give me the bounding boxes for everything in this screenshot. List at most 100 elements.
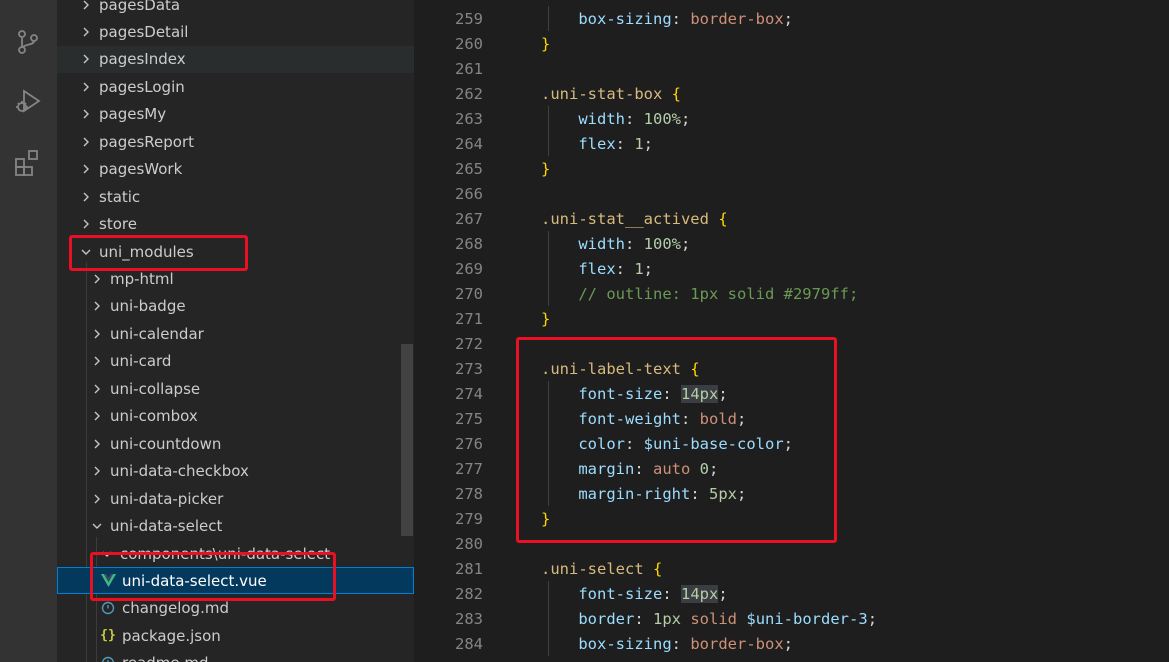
chevron-right-icon[interactable] — [79, 107, 93, 121]
chevron-right-icon[interactable] — [90, 409, 104, 423]
code-token: : — [625, 109, 644, 128]
code-line[interactable]: 270 // outline: 1px solid #2979ff; — [414, 281, 1169, 306]
tree-folder[interactable]: pagesData — [57, 0, 414, 18]
chevron-right-icon[interactable] — [79, 25, 93, 39]
code-line[interactable]: 272 — [414, 331, 1169, 356]
line-number: 263 — [455, 109, 483, 128]
chevron-right-icon[interactable] — [79, 52, 93, 66]
code-line[interactable]: 278 margin-right: 5px; — [414, 481, 1169, 506]
tree-folder[interactable]: pagesReport — [57, 128, 414, 155]
tree-folder[interactable]: pagesWork — [57, 156, 414, 183]
tree-folder[interactable]: components\uni-data-select — [57, 540, 414, 567]
line-number: 272 — [455, 334, 483, 353]
tree-folder[interactable]: uni-calendar — [57, 320, 414, 347]
tree-file[interactable]: changelog.md — [57, 595, 414, 622]
chevron-down-icon[interactable] — [90, 519, 104, 533]
code-line[interactable]: 269 flex: 1; — [414, 256, 1169, 281]
tree-folder[interactable]: pagesIndex — [57, 45, 414, 73]
tree-file[interactable]: {} package.json — [57, 622, 414, 649]
chevron-down-icon[interactable] — [100, 547, 114, 561]
tree-folder[interactable]: uni_modules — [57, 238, 414, 265]
tree-folder[interactable]: pagesLogin — [57, 73, 414, 100]
tree-file[interactable]: readme.md — [57, 650, 414, 662]
line-number: 275 — [455, 409, 483, 428]
code-line[interactable]: 262 .uni-stat-box { — [414, 81, 1169, 106]
tree-folder[interactable]: uni-data-checkbox — [57, 458, 414, 485]
code-line[interactable]: 277 margin: auto 0; — [414, 456, 1169, 481]
chevron-right-icon[interactable] — [79, 162, 93, 176]
tree-item-label: static — [99, 187, 141, 206]
code-line[interactable]: 266 — [414, 181, 1169, 206]
code-text: .uni-stat-box { — [541, 85, 681, 103]
tree-folder[interactable]: uni-badge — [57, 293, 414, 320]
code-line[interactable]: 259 box-sizing: border-box; — [414, 6, 1169, 31]
tree-folder[interactable]: uni-card — [57, 348, 414, 375]
code-line[interactable]: 282 font-size: 14px; — [414, 581, 1169, 606]
code-token: 100% — [643, 109, 681, 128]
chevron-right-icon[interactable] — [90, 327, 104, 341]
code-token: : — [615, 134, 635, 153]
chevron-down-icon[interactable] — [79, 245, 93, 259]
chevron-right-icon[interactable] — [79, 80, 93, 94]
tree-item-label: uni-data-select.vue — [122, 571, 267, 590]
code-line[interactable]: 268 width: 100%; — [414, 231, 1169, 256]
tree-folder[interactable]: uni-data-picker — [57, 485, 414, 512]
code-token: ; — [718, 384, 728, 403]
code-line[interactable]: 263 width: 100%; — [414, 106, 1169, 131]
code-line[interactable]: 260} — [414, 31, 1169, 56]
code-line[interactable]: 275 font-weight: bold; — [414, 406, 1169, 431]
code-line[interactable]: 267 .uni-stat__actived { — [414, 206, 1169, 231]
chevron-right-icon[interactable] — [79, 217, 93, 231]
code-text: } — [541, 310, 550, 328]
code-line[interactable]: 271} — [414, 306, 1169, 331]
code-line[interactable]: 273 .uni-label-text { — [414, 356, 1169, 381]
tree-folder[interactable]: uni-data-select — [57, 513, 414, 540]
chevron-right-icon[interactable] — [90, 272, 104, 286]
chevron-right-icon[interactable] — [90, 437, 104, 451]
extensions-icon[interactable] — [10, 145, 46, 181]
chevron-right-icon[interactable] — [90, 464, 104, 478]
code-line[interactable]: 261 — [414, 56, 1169, 81]
code-text: .uni-stat__actived { — [541, 210, 728, 228]
explorer-scrollbar[interactable] — [401, 344, 413, 536]
code-text: color: $uni-base-color; — [541, 435, 793, 453]
tree-file[interactable]: uni-data-select.vue — [57, 567, 414, 595]
explorer-panel: pagesData pagesDetail pagesIndex pagesLogin… — [57, 0, 414, 662]
chevron-right-icon[interactable] — [90, 354, 104, 368]
code-line[interactable]: 265} — [414, 156, 1169, 181]
code-line[interactable]: 279} — [414, 506, 1169, 531]
activity-bar — [0, 0, 57, 662]
run-debug-icon[interactable] — [10, 83, 46, 119]
code-line[interactable]: 284 box-sizing: border-box; — [414, 631, 1169, 656]
chevron-right-icon[interactable] — [90, 382, 104, 396]
tree-folder[interactable]: uni-combox — [57, 403, 414, 430]
code-text: box-sizing: border-box; — [541, 10, 793, 28]
code-line[interactable]: 280 — [414, 531, 1169, 556]
source-control-icon[interactable] — [10, 24, 46, 60]
tree-folder[interactable]: pagesDetail — [57, 18, 414, 45]
code-token: 1px — [653, 609, 681, 628]
code-token: } — [541, 309, 551, 328]
code-token: margin — [578, 459, 635, 478]
chevron-right-icon[interactable] — [79, 190, 93, 204]
chevron-right-icon[interactable] — [79, 135, 93, 149]
tree-folder[interactable]: store — [57, 211, 414, 238]
code-token: { — [718, 209, 728, 228]
code-line[interactable]: 283 border: 1px solid $uni-border-3; — [414, 606, 1169, 631]
tree-folder[interactable]: static — [57, 183, 414, 210]
info-file-icon — [100, 655, 116, 662]
code-line[interactable]: 276 color: $uni-base-color; — [414, 431, 1169, 456]
tree-folder[interactable]: pagesMy — [57, 101, 414, 128]
tree-folder[interactable]: mp-html — [57, 266, 414, 293]
chevron-right-icon[interactable] — [90, 492, 104, 506]
code-text: } — [541, 160, 550, 178]
code-line[interactable]: 281 .uni-select { — [414, 556, 1169, 581]
chevron-right-icon[interactable] — [90, 299, 104, 313]
code-line[interactable]: 274 font-size: 14px; — [414, 381, 1169, 406]
chevron-right-icon[interactable] — [79, 0, 93, 12]
tree-folder[interactable]: uni-collapse — [57, 375, 414, 402]
code-line[interactable]: 264 flex: 1; — [414, 131, 1169, 156]
tree-folder[interactable]: uni-countdown — [57, 430, 414, 457]
line-number: 282 — [455, 584, 483, 603]
